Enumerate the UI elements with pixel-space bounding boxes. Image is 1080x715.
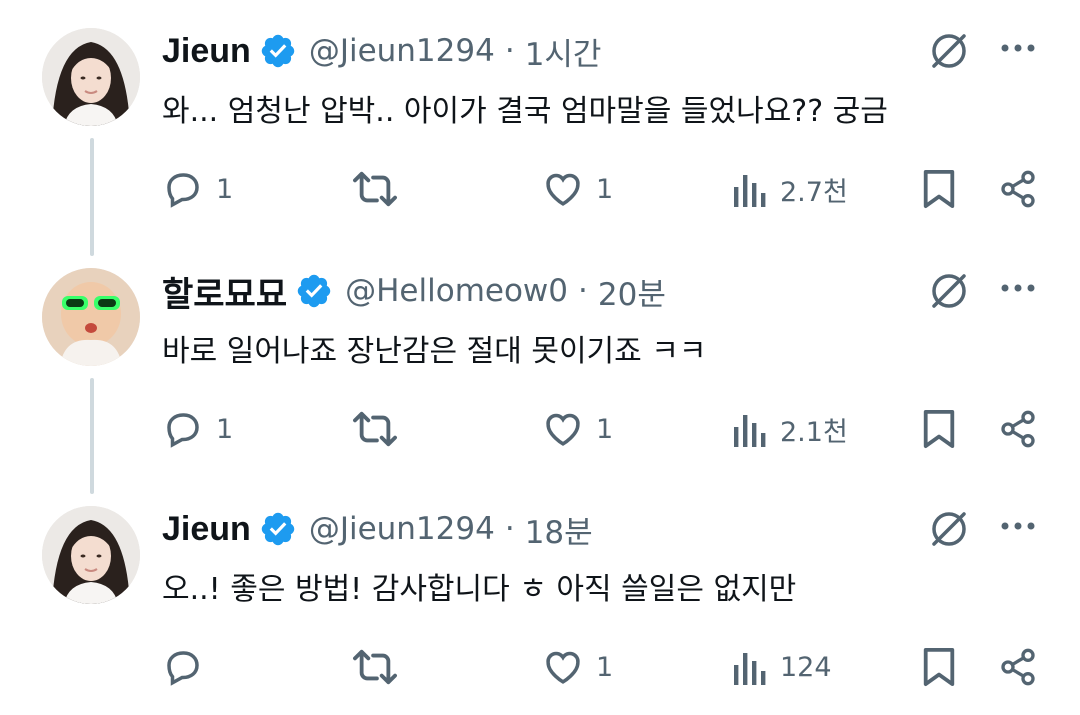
- more-icon[interactable]: [1000, 40, 1036, 56]
- grok-icon[interactable]: [928, 270, 970, 312]
- avatar[interactable]: [42, 28, 140, 126]
- display-name[interactable]: Jieun: [162, 32, 251, 71]
- avatar[interactable]: [42, 268, 140, 366]
- bookmark-icon: [920, 168, 958, 210]
- reply-button[interactable]: [162, 642, 216, 692]
- tweet-text: 와... 엄청난 압박.. 아이가 결국 엄마말을 들었나요?? 궁금: [162, 94, 888, 129]
- like-count: 1: [596, 651, 614, 683]
- share-button[interactable]: [998, 164, 1038, 214]
- action-bar: 1 1 2.1천: [0, 404, 1080, 454]
- handle[interactable]: @Jieun1294: [309, 511, 495, 547]
- views-button[interactable]: 124: [732, 642, 832, 692]
- verified-badge-icon: [295, 272, 333, 310]
- timestamp[interactable]: 18분: [525, 507, 593, 552]
- like-button[interactable]: 1: [542, 404, 613, 454]
- display-name[interactable]: 할로묘묘: [162, 267, 287, 316]
- tweet-text: 바로 일어나죠 장난감은 절대 못이기죠 ㅋㅋ: [162, 334, 707, 369]
- share-icon: [998, 647, 1038, 687]
- tweet-text: 오..! 좋은 방법! 감사합니다 ㅎ 아직 쓸일은 없지만: [162, 572, 797, 607]
- reply-icon: [162, 646, 204, 688]
- views-button[interactable]: 2.1천: [732, 404, 848, 454]
- bookmark-button[interactable]: [920, 642, 958, 692]
- timestamp[interactable]: 20분: [598, 269, 666, 314]
- tweet-header: Jieun @Jieun1294 · 18분: [162, 504, 593, 554]
- bookmark-icon: [920, 408, 958, 450]
- tweet-header: Jieun @Jieun1294 · 1시간: [162, 26, 601, 76]
- share-icon: [998, 409, 1038, 449]
- views-icon: [732, 409, 768, 449]
- handle[interactable]: @Jieun1294: [309, 33, 495, 69]
- reply-count: 1: [216, 173, 234, 205]
- like-icon: [542, 168, 584, 210]
- like-icon: [542, 408, 584, 450]
- bookmark-button[interactable]: [920, 404, 958, 454]
- like-icon: [542, 646, 584, 688]
- action-bar: 1 124: [0, 642, 1080, 692]
- grok-icon[interactable]: [928, 508, 970, 550]
- views-icon: [732, 169, 768, 209]
- like-count: 1: [596, 413, 614, 445]
- reply-button[interactable]: 1: [162, 164, 233, 214]
- more-icon[interactable]: [1000, 518, 1036, 534]
- reply-icon: [162, 168, 204, 210]
- verified-badge-icon: [259, 32, 297, 70]
- views-count: 2.1천: [780, 416, 848, 448]
- share-icon: [998, 169, 1038, 209]
- avatar[interactable]: [42, 506, 140, 604]
- share-button[interactable]: [998, 404, 1038, 454]
- like-button[interactable]: 1: [542, 164, 613, 214]
- reply-count: 1: [216, 413, 234, 445]
- action-bar: 1 1 2.7천: [0, 164, 1080, 214]
- bookmark-button[interactable]: [920, 164, 958, 214]
- retweet-icon: [352, 408, 398, 450]
- separator-dot: ·: [504, 511, 515, 547]
- reply-icon: [162, 408, 204, 450]
- like-button[interactable]: 1: [542, 642, 613, 692]
- verified-badge-icon: [259, 510, 297, 548]
- grok-icon[interactable]: [928, 30, 970, 72]
- handle[interactable]: @Hellomeow0: [345, 273, 568, 309]
- retweet-button[interactable]: [352, 404, 410, 454]
- views-button[interactable]: 2.7천: [732, 164, 848, 214]
- timestamp[interactable]: 1시간: [525, 29, 602, 74]
- display-name[interactable]: Jieun: [162, 510, 251, 549]
- more-icon[interactable]: [1000, 280, 1036, 296]
- separator-dot: ·: [578, 273, 588, 309]
- retweet-icon: [352, 646, 398, 688]
- views-icon: [732, 647, 768, 687]
- retweet-icon: [352, 168, 398, 210]
- retweet-button[interactable]: [352, 642, 410, 692]
- views-count: 124: [780, 651, 832, 683]
- bookmark-icon: [920, 646, 958, 688]
- views-count: 2.7천: [780, 176, 848, 208]
- share-button[interactable]: [998, 642, 1038, 692]
- separator-dot: ·: [504, 33, 515, 69]
- retweet-button[interactable]: [352, 164, 410, 214]
- like-count: 1: [596, 173, 614, 205]
- tweet-header: 할로묘묘 @Hellomeow0 · 20분: [162, 266, 666, 316]
- reply-button[interactable]: 1: [162, 404, 233, 454]
